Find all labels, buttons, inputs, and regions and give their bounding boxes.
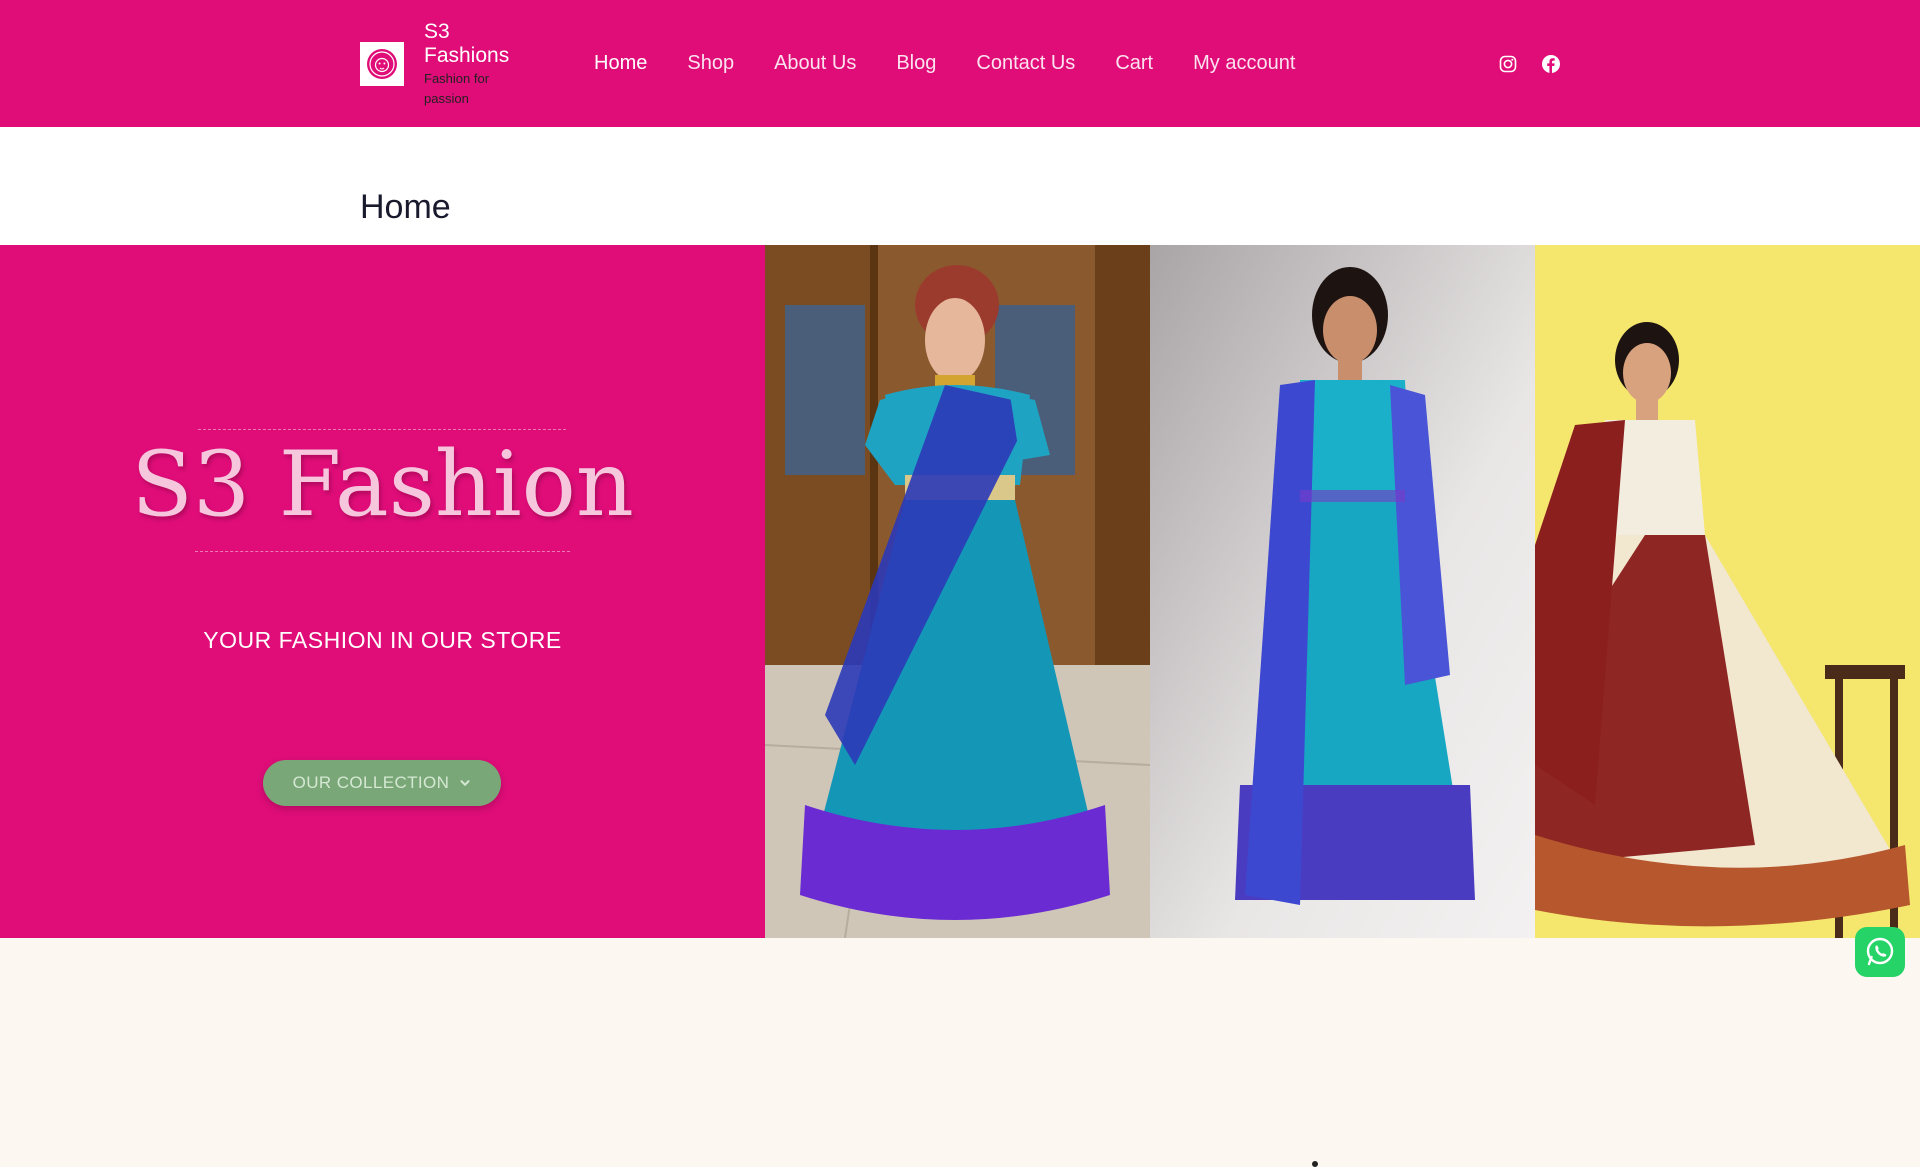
hero-brand-heading: S3 Fashion (131, 432, 634, 537)
nav-my-account[interactable]: My account (1193, 50, 1295, 76)
site-tagline: Fashion for passion (424, 71, 490, 106)
nav-cart[interactable]: Cart (1115, 50, 1153, 76)
page-title-band (0, 127, 1920, 245)
nav-contact-us[interactable]: Contact Us (976, 50, 1075, 76)
our-collection-label: OUR COLLECTION (292, 773, 450, 792)
divider-bottom (195, 551, 570, 552)
page-title: Home (360, 188, 451, 226)
next-section (0, 938, 1920, 993)
site-header: S3 Fashions Fashion for passion Home Sho… (0, 0, 1920, 127)
site-title[interactable]: S3 Fashions (424, 20, 534, 68)
lion-logo-icon (367, 49, 397, 79)
hero-section: S3 Fashion YOUR FASHION IN OUR STORE OUR… (0, 245, 1920, 1167)
nav-home[interactable]: Home (594, 50, 647, 76)
instagram-icon[interactable] (1497, 53, 1519, 75)
product-photo-1[interactable] (765, 245, 1150, 938)
main-nav: Home Shop About Us Blog Contact Us Cart … (594, 50, 1335, 76)
whatsapp-icon[interactable] (1855, 927, 1905, 977)
product-photo-2[interactable] (1150, 245, 1535, 938)
slider-dot[interactable] (1312, 1161, 1318, 1167)
chevron-down-icon (460, 780, 470, 786)
our-collection-button[interactable]: OUR COLLECTION (263, 760, 501, 806)
nav-about-us[interactable]: About Us (774, 50, 856, 76)
facebook-icon[interactable] (1540, 53, 1562, 75)
hero-text-panel: S3 Fashion YOUR FASHION IN OUR STORE OUR… (0, 245, 765, 938)
product-photo-3[interactable] (1535, 245, 1920, 938)
hero-tagline: YOUR FASHION IN OUR STORE (203, 627, 562, 653)
nav-shop[interactable]: Shop (687, 50, 734, 76)
nav-blog[interactable]: Blog (896, 50, 936, 76)
site-logo[interactable] (360, 42, 404, 86)
